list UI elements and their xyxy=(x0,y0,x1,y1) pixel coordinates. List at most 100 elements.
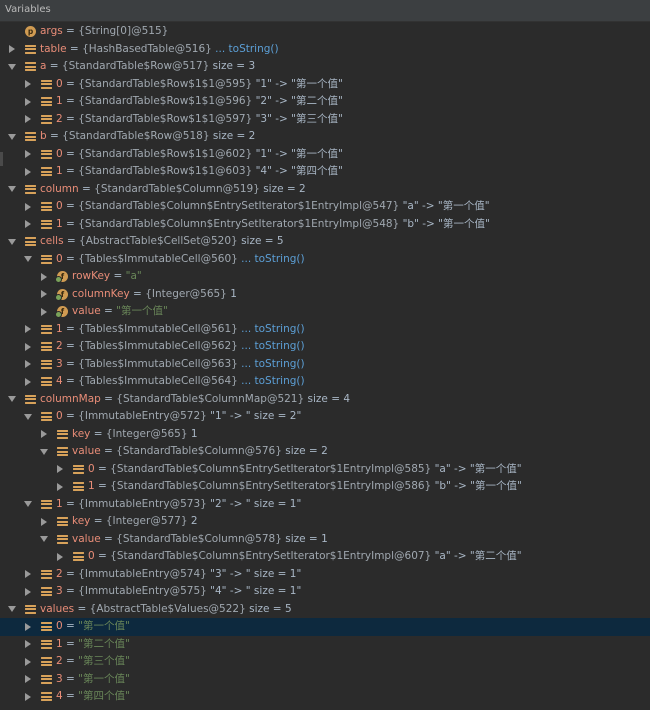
tree-row[interactable]: 0 = "第一个值" xyxy=(0,618,650,636)
chevron-right-icon[interactable] xyxy=(22,671,34,689)
chevron-right-icon[interactable] xyxy=(22,321,34,339)
tree-row[interactable]: value = {StandardTable$Column@578} size … xyxy=(0,531,650,549)
variable-entry: 3 = "第一个值" xyxy=(56,672,130,685)
tree-row[interactable]: 2 = "第三个值" xyxy=(0,653,650,671)
chevron-right-icon[interactable] xyxy=(22,653,34,671)
variable-entry: 0 = {StandardTable$Row$1$1@595} "1" -> "… xyxy=(56,77,343,90)
chevron-down-icon[interactable] xyxy=(22,251,34,269)
variable-entry: values = {AbstractTable$Values@522} size… xyxy=(40,602,292,615)
tree-row[interactable]: 0 = {StandardTable$Row$1$1@595} "1" -> "… xyxy=(0,76,650,94)
chevron-right-icon[interactable] xyxy=(38,303,50,321)
chevron-right-icon[interactable] xyxy=(22,618,34,636)
tostring-link[interactable]: ... toString() xyxy=(241,358,304,370)
chevron-down-icon[interactable] xyxy=(22,496,34,514)
tree-row[interactable]: 1 = {StandardTable$Row$1$1@596} "2" -> "… xyxy=(0,93,650,111)
chevron-down-icon[interactable] xyxy=(6,391,18,409)
chevron-down-icon[interactable] xyxy=(6,233,18,251)
chevron-down-icon[interactable] xyxy=(6,128,18,146)
tree-row[interactable]: 4 = {Tables$ImmutableCell@564} ... toStr… xyxy=(0,373,650,391)
tree-row[interactable]: 1 = "第二个值" xyxy=(0,636,650,654)
chevron-right-icon[interactable] xyxy=(38,268,50,286)
variable-name: table xyxy=(40,42,67,55)
chevron-right-icon[interactable] xyxy=(54,548,66,566)
chevron-down-icon[interactable] xyxy=(22,408,34,426)
tree-row[interactable]: 4 = "第四个值" xyxy=(0,688,650,706)
field-icon xyxy=(25,236,36,247)
chevron-right-icon[interactable] xyxy=(22,356,34,374)
tree-row[interactable]: 0 = {ImmutableEntry@572} "1" -> " size =… xyxy=(0,408,650,426)
field-icon xyxy=(41,674,52,685)
chevron-right-icon[interactable] xyxy=(38,286,50,304)
variable-detail: size = 4 xyxy=(307,392,351,405)
chevron-right-icon[interactable] xyxy=(22,688,34,706)
field-icon xyxy=(41,166,52,177)
chevron-right-icon[interactable] xyxy=(22,566,34,584)
tree-row[interactable]: 3 = "第一个值" xyxy=(0,671,650,689)
variable-entry: 1 = {ImmutableEntry@573} "2" -> " size =… xyxy=(56,497,302,510)
chevron-right-icon[interactable] xyxy=(22,636,34,654)
tree-row[interactable]: 0 = {StandardTable$Column$EntrySetIterat… xyxy=(0,548,650,566)
chevron-right-icon[interactable] xyxy=(54,478,66,496)
tree-row[interactable]: cells = {AbstractTable$CellSet@520} size… xyxy=(0,233,650,251)
tree-row[interactable]: 1 = {StandardTable$Column$EntrySetIterat… xyxy=(0,478,650,496)
tree-row[interactable]: key = {Integer@577} 2 xyxy=(0,513,650,531)
variables-tree[interactable]: p args = {String[0]@515} table = {HashBas… xyxy=(0,22,650,706)
tree-row[interactable]: a = {StandardTable$Row@517} size = 3 xyxy=(0,58,650,76)
chevron-right-icon[interactable] xyxy=(54,461,66,479)
tree-row[interactable]: 1 = {ImmutableEntry@573} "2" -> " size =… xyxy=(0,496,650,514)
chevron-down-icon[interactable] xyxy=(38,531,50,549)
chevron-right-icon[interactable] xyxy=(22,338,34,356)
tree-row[interactable]: 0 = {StandardTable$Column$EntrySetIterat… xyxy=(0,461,650,479)
chevron-right-icon[interactable] xyxy=(22,216,34,234)
chevron-down-icon[interactable] xyxy=(6,58,18,76)
tree-row[interactable]: key = {Integer@565} 1 xyxy=(0,426,650,444)
tree-row[interactable]: 0 = {StandardTable$Column$EntrySetIterat… xyxy=(0,198,650,216)
tree-row[interactable]: 2 = {ImmutableEntry@574} "3" -> " size =… xyxy=(0,566,650,584)
chevron-down-icon[interactable] xyxy=(6,181,18,199)
field-icon xyxy=(41,359,52,370)
chevron-right-icon[interactable] xyxy=(22,93,34,111)
tree-row[interactable]: f rowKey = "a" xyxy=(0,268,650,286)
chevron-right-icon[interactable] xyxy=(22,146,34,164)
tree-row[interactable]: 1 = {StandardTable$Column$EntrySetIterat… xyxy=(0,216,650,234)
chevron-right-icon[interactable] xyxy=(22,583,34,601)
variable-entry: 1 = "第二个值" xyxy=(56,637,130,650)
tree-row[interactable]: 1 = {Tables$ImmutableCell@561} ... toStr… xyxy=(0,321,650,339)
chevron-right-icon[interactable] xyxy=(38,513,50,531)
tree-row[interactable]: f columnKey = {Integer@565} 1 xyxy=(0,286,650,304)
tree-row[interactable]: 1 = {StandardTable$Row$1$1@603} "4" -> "… xyxy=(0,163,650,181)
chevron-right-icon[interactable] xyxy=(38,426,50,444)
chevron-right-icon[interactable] xyxy=(22,198,34,216)
tree-row[interactable]: 0 = {StandardTable$Row$1$1@602} "1" -> "… xyxy=(0,146,650,164)
chevron-down-icon[interactable] xyxy=(6,601,18,619)
tostring-link[interactable]: ... toString() xyxy=(241,253,304,265)
tree-row[interactable]: value = {StandardTable$Column@576} size … xyxy=(0,443,650,461)
tree-row[interactable]: table = {HashBasedTable@516} ... toStrin… xyxy=(0,41,650,59)
tree-row[interactable]: 2 = {Tables$ImmutableCell@562} ... toStr… xyxy=(0,338,650,356)
tree-row[interactable]: columnMap = {StandardTable$ColumnMap@521… xyxy=(0,391,650,409)
tree-row[interactable]: b = {StandardTable$Row@518} size = 2 xyxy=(0,128,650,146)
variable-detail: size = 5 xyxy=(241,235,284,247)
tree-row[interactable]: p args = {String[0]@515} xyxy=(0,23,650,41)
tree-row[interactable]: f value = "第一个值" xyxy=(0,303,650,321)
parameter-icon: p xyxy=(25,26,36,37)
tostring-link[interactable]: ... toString() xyxy=(241,375,304,387)
chevron-right-icon[interactable] xyxy=(22,111,34,129)
chevron-right-icon[interactable] xyxy=(22,373,34,391)
tree-row[interactable]: values = {AbstractTable$Values@522} size… xyxy=(0,601,650,619)
tostring-link[interactable]: ... toString() xyxy=(215,43,278,55)
variable-entry: 0 = {StandardTable$Column$EntrySetIterat… xyxy=(88,550,522,562)
tree-row[interactable]: column = {StandardTable$Column@519} size… xyxy=(0,181,650,199)
variable-name: 1 xyxy=(88,480,95,492)
tree-row[interactable]: 0 = {Tables$ImmutableCell@560} ... toStr… xyxy=(0,251,650,269)
variable-value: {StandardTable$Column$EntrySetIterator$1… xyxy=(110,550,432,562)
tree-row[interactable]: 3 = {ImmutableEntry@575} "4" -> " size =… xyxy=(0,583,650,601)
tostring-link[interactable]: ... toString() xyxy=(241,340,304,352)
tree-row[interactable]: 2 = {StandardTable$Row$1$1@597} "3" -> "… xyxy=(0,111,650,129)
chevron-right-icon[interactable] xyxy=(6,41,18,59)
chevron-right-icon[interactable] xyxy=(22,76,34,94)
tostring-link[interactable]: ... toString() xyxy=(241,323,304,335)
tree-row[interactable]: 3 = {Tables$ImmutableCell@563} ... toStr… xyxy=(0,356,650,374)
chevron-down-icon[interactable] xyxy=(38,443,50,461)
chevron-right-icon[interactable] xyxy=(22,163,34,181)
